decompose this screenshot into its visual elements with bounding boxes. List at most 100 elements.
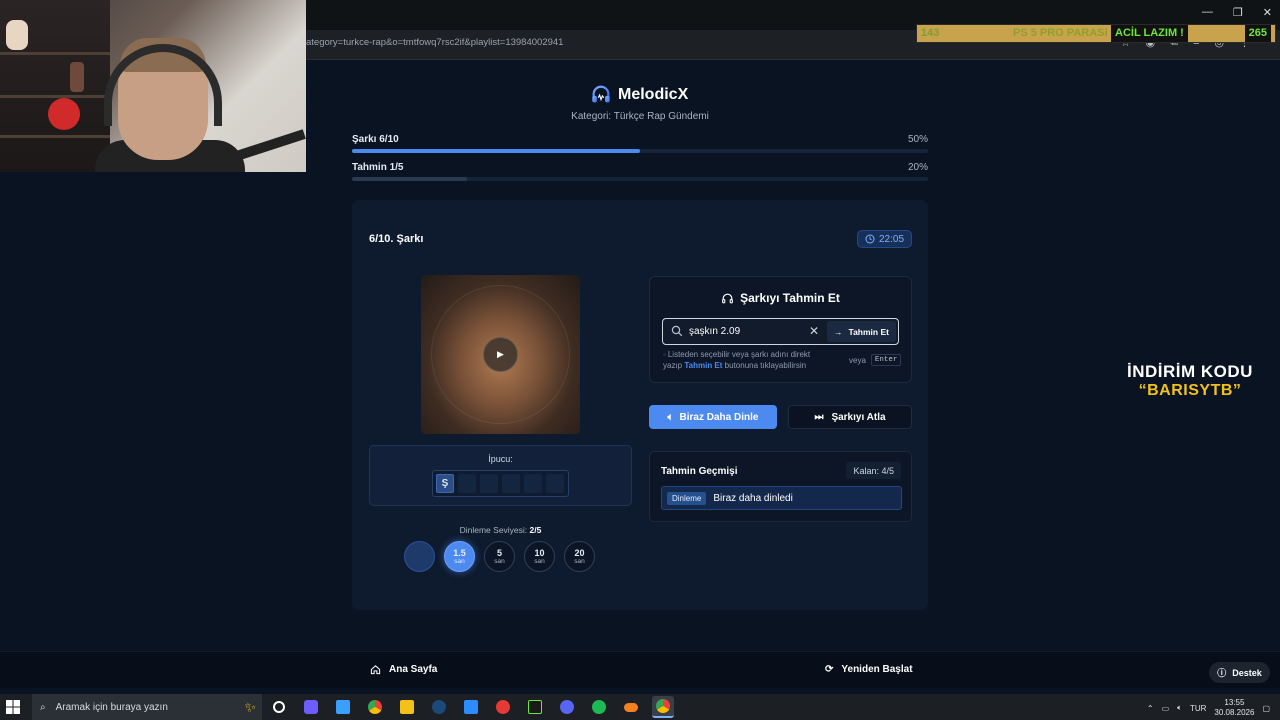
level-unit: san bbox=[534, 557, 545, 565]
support-button[interactable]: ⓘ Destek bbox=[1209, 662, 1270, 683]
shelf-line bbox=[0, 135, 110, 138]
submit-guess-label: Tahmin Et bbox=[848, 326, 889, 337]
volume-icon[interactable]: 🔈︎ bbox=[1177, 703, 1182, 713]
level-step-1[interactable] bbox=[404, 541, 435, 572]
app-brand[interactable]: MelodicX bbox=[590, 84, 688, 106]
window-controls: — ❐ ✕ bbox=[1202, 6, 1272, 19]
or-label: veya bbox=[849, 355, 866, 365]
song-progress-fill bbox=[352, 149, 640, 153]
bottom-nav bbox=[0, 651, 1280, 688]
notification-icon[interactable]: ▢ bbox=[1262, 704, 1270, 713]
info-dot-icon: ◦ bbox=[663, 350, 666, 359]
hint-letter bbox=[502, 474, 520, 493]
song-progress: Şarkı 6/10 50% bbox=[352, 134, 928, 153]
guess-helper-text: ◦ Listeden seçebilir veya şarkı adını dir… bbox=[663, 349, 833, 371]
restore-icon[interactable]: ❐ bbox=[1233, 6, 1243, 19]
play-button[interactable]: ▶ bbox=[483, 337, 518, 372]
search-icon bbox=[671, 325, 683, 337]
minimize-icon[interactable]: — bbox=[1202, 6, 1213, 19]
song-progress-track bbox=[352, 149, 928, 153]
helper-line-2-pre: yazıp bbox=[663, 361, 683, 370]
level-unit: san bbox=[574, 557, 585, 565]
chrome-active-icon[interactable] bbox=[652, 696, 674, 718]
home-icon bbox=[370, 665, 381, 675]
level-value: 1.5 bbox=[453, 547, 466, 558]
ticker-right-count: 265 bbox=[1244, 25, 1271, 42]
guess-input[interactable] bbox=[689, 322, 805, 341]
folder-icon[interactable] bbox=[396, 696, 418, 718]
guess-progress: Tahmin 1/5 20% bbox=[352, 162, 928, 181]
app-name: MelodicX bbox=[618, 86, 689, 103]
figure-toy bbox=[70, 62, 84, 92]
refresh-icon: ⟳ bbox=[825, 664, 834, 675]
discord-icon[interactable] bbox=[556, 696, 578, 718]
enter-hint: veya Enter bbox=[849, 354, 902, 366]
level-step-5[interactable]: 20 san bbox=[564, 541, 595, 572]
helper-line-1: Listeden seçebilir veya şarkı adını dire… bbox=[667, 350, 811, 359]
guess-title: Şarkıyı Tahmin Et bbox=[649, 291, 912, 305]
network-icon[interactable]: ▭ bbox=[1162, 704, 1170, 713]
shelf-line bbox=[0, 95, 110, 98]
arrow-right-icon: → bbox=[834, 326, 843, 337]
skip-song-button[interactable]: ⏭︎ Şarkıyı Atla bbox=[788, 405, 912, 429]
speed-icon[interactable] bbox=[492, 696, 514, 718]
level-step-4[interactable]: 10 san bbox=[524, 541, 555, 572]
shelf-line bbox=[0, 52, 110, 55]
listen-level-value: 2/5 bbox=[529, 525, 542, 535]
hint-letter bbox=[546, 474, 564, 493]
system-tray: ⌃ ▭ 🔈︎ TUR 13:55 30.08.2026 ▢ bbox=[1147, 698, 1270, 718]
hint-letter bbox=[524, 474, 542, 493]
skip-icon: ⏭︎ bbox=[814, 411, 824, 423]
spotify-icon[interactable] bbox=[588, 696, 610, 718]
language-indicator[interactable]: TUR bbox=[1190, 704, 1206, 713]
clock-icon bbox=[865, 234, 875, 244]
taskbar-clock[interactable]: 13:55 30.08.2026 bbox=[1214, 698, 1254, 718]
ticker-message-1: PS 5 PRO PARASI bbox=[1013, 27, 1108, 39]
cortana-icon[interactable] bbox=[268, 696, 290, 718]
help-icon: ⓘ bbox=[1217, 668, 1227, 678]
listen-more-button[interactable]: 🔈︎ Biraz Daha Dinle bbox=[649, 405, 777, 429]
level-step-2[interactable]: 1.5 san bbox=[444, 541, 475, 572]
submit-guess-button[interactable]: → Tahmin Et bbox=[827, 321, 896, 342]
speaker-icon: 🔈︎ bbox=[667, 411, 674, 423]
restart-button[interactable]: ⟳ Yeniden Başlat bbox=[825, 664, 913, 675]
history-title: Tahmin Geçmişi bbox=[661, 466, 738, 477]
chevron-up-icon[interactable]: ⌃ bbox=[1147, 704, 1154, 713]
history-entry-text: Biraz daha dinledi bbox=[713, 492, 793, 504]
ticker-left-count: 143 bbox=[921, 27, 940, 39]
cloud-icon[interactable] bbox=[620, 696, 642, 718]
figure-toy bbox=[6, 20, 28, 50]
app-icon[interactable] bbox=[300, 696, 322, 718]
restart-label: Yeniden Başlat bbox=[841, 664, 913, 675]
remaining-badge: Kalan: 4/5 bbox=[846, 462, 901, 479]
steam-icon[interactable] bbox=[428, 696, 450, 718]
listen-level-text: Dinleme Seviyesi: bbox=[459, 525, 528, 535]
close-icon[interactable]: ✕ bbox=[1263, 6, 1272, 19]
promo-line-1: İNDİRİM KODU bbox=[1127, 362, 1253, 381]
taskbar-search[interactable]: ⌕ Aramak için buraya yazın ✨︎ bbox=[32, 694, 262, 720]
home-button[interactable]: Ana Sayfa bbox=[370, 664, 437, 675]
url-text[interactable]: ategory=turkce-rap&o=tmtfowq7rsc2if&play… bbox=[306, 37, 563, 48]
guess-input-wrapper[interactable]: ✕ → Tahmin Et bbox=[662, 318, 899, 345]
chrome-icon[interactable] bbox=[364, 696, 386, 718]
home-label: Ana Sayfa bbox=[389, 664, 438, 675]
windows-taskbar: ⌕ Aramak için buraya yazın ✨︎ ⌃ ▭ 🔈︎ TUR… bbox=[0, 694, 1280, 720]
webcam-overlay bbox=[0, 0, 306, 172]
helper-line-2-link: Tahmin Et bbox=[684, 361, 723, 370]
history-entry-tag: Dinleme bbox=[667, 491, 707, 505]
headphones-icon bbox=[722, 293, 734, 303]
calendar-icon[interactable] bbox=[332, 696, 354, 718]
editor-icon[interactable] bbox=[524, 696, 546, 718]
clear-icon[interactable]: ✕ bbox=[809, 324, 819, 338]
microphone-arm bbox=[235, 129, 306, 161]
stream-ticker: 143 PS 5 PRO PARASI ACİL LAZIM ! 265 bbox=[916, 24, 1276, 43]
timer-value: 22:05 bbox=[878, 233, 905, 245]
windows-start-icon[interactable] bbox=[6, 700, 20, 714]
level-step-3[interactable]: 5 san bbox=[484, 541, 515, 572]
ticker-message-2: ACİL LAZIM ! bbox=[1111, 25, 1188, 42]
hint-letters: Ş bbox=[432, 470, 569, 497]
download-icon[interactable] bbox=[460, 696, 482, 718]
headphones-logo-icon bbox=[592, 85, 610, 103]
hint-letter: Ş bbox=[436, 474, 454, 493]
skip-song-label: Şarkıyı Atla bbox=[831, 411, 886, 423]
